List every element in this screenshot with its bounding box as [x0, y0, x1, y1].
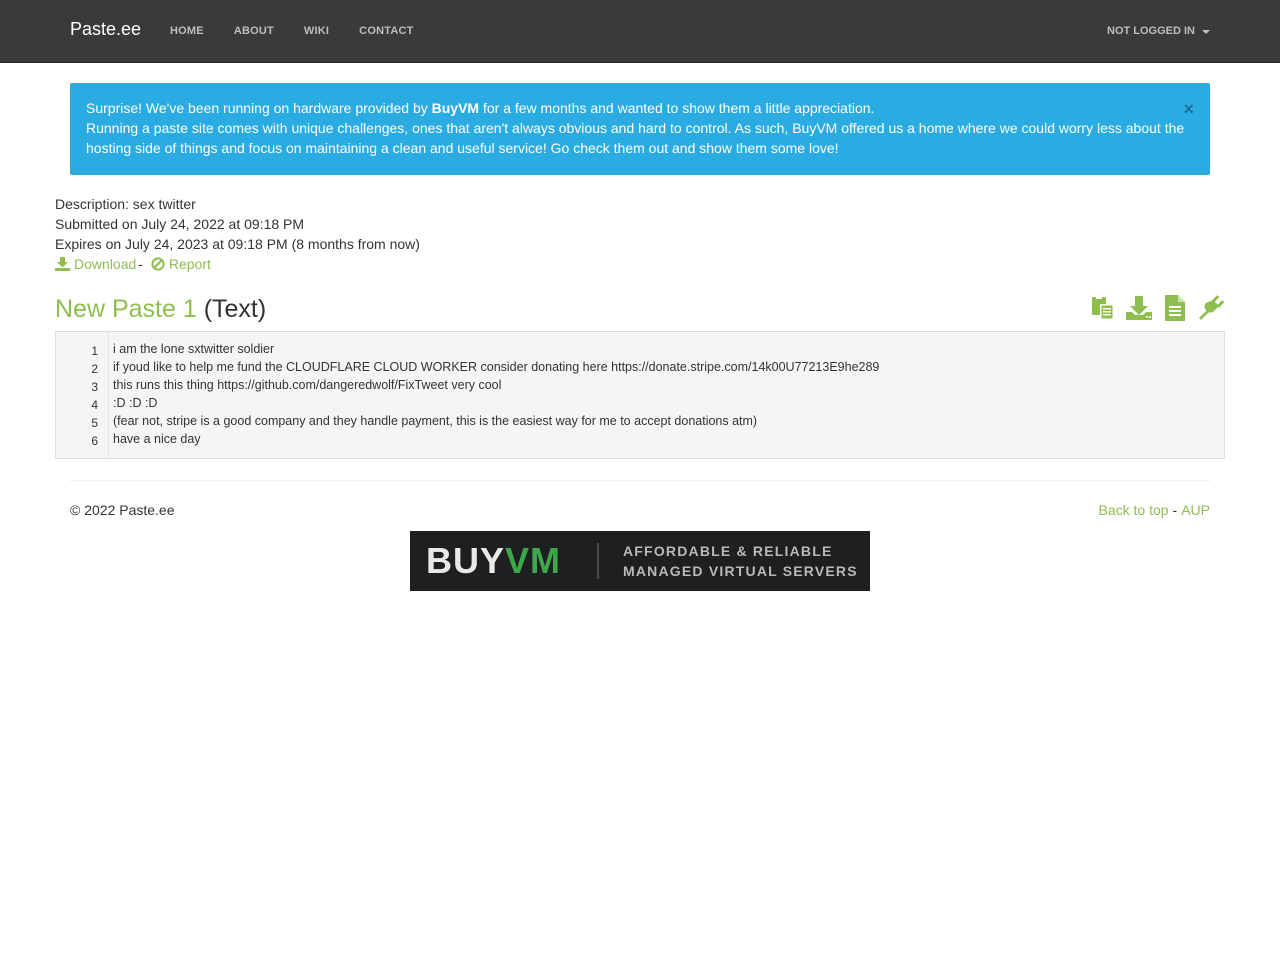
code-line: :D :D :D — [113, 396, 158, 410]
nav-home[interactable]: HOME — [170, 25, 204, 37]
separator: - — [138, 256, 143, 272]
line-number: 5 — [91, 416, 98, 430]
close-icon[interactable]: × — [1183, 99, 1194, 119]
alert-text: for a few months and wanted to show them… — [479, 100, 875, 116]
code-line: if youd like to help me fund the CLOUDFL… — [113, 360, 880, 374]
copyright-text: © 2022 Paste.ee — [70, 502, 175, 518]
tagline-line-2: MANAGED VIRTUAL SERVERS — [623, 563, 858, 579]
nav-about[interactable]: ABOUT — [234, 25, 274, 37]
alert-text: Surprise! We've been running on hardware… — [86, 100, 432, 116]
code-line: i am the lone sxtwitter soldier — [113, 342, 275, 356]
user-menu-dropdown[interactable]: NOT LOGGED IN — [1107, 0, 1210, 62]
banner-separator — [597, 543, 599, 579]
paste-meta: Description: sex twitter Submitted on Ju… — [55, 194, 420, 274]
info-alert: Surprise! We've been running on hardware… — [70, 83, 1210, 175]
meta-actions: Download - Report — [55, 254, 420, 274]
logo-buy-text: BUY — [426, 540, 506, 581]
line-number: 6 — [91, 434, 98, 448]
download-link[interactable]: Download — [55, 256, 136, 272]
nav-contact[interactable]: CONTACT — [359, 25, 413, 37]
paste-name: New Paste 1 — [55, 295, 197, 323]
aup-link[interactable]: AUP — [1181, 502, 1210, 518]
logo-vm-text: VM — [505, 540, 562, 581]
submitted-text: Submitted on July 24, 2022 at 09:18 PM — [55, 216, 305, 232]
banner-tagline: AFFORDABLE & RELIABLE MANAGED VIRTUAL SE… — [623, 541, 858, 581]
download-label: Download — [74, 256, 137, 272]
line-number: 1 — [91, 344, 98, 358]
code-line: this runs this thing https://github.com/… — [113, 378, 502, 392]
buyvm-banner[interactable]: BUYVM AFFORDABLE & RELIABLE MANAGED VIRT… — [410, 531, 870, 591]
code-line: have a nice day — [113, 432, 201, 446]
nav-links: HOME ABOUT WIKI CONTACT — [170, 0, 444, 62]
footer-links: Back to top - AUP — [1098, 500, 1210, 520]
ban-icon — [151, 257, 165, 271]
alert-line-1: Surprise! We've been running on hardware… — [86, 98, 1194, 118]
back-to-top-link[interactable]: Back to top — [1098, 502, 1168, 518]
description-text: Description: sex twitter — [55, 196, 196, 212]
line-number: 3 — [91, 380, 98, 394]
paste-title: New Paste 1 (Text) — [55, 292, 266, 326]
tagline-line-1: AFFORDABLE & RELIABLE — [623, 543, 833, 559]
alert-line-2: Running a paste site comes with unique c… — [86, 120, 1185, 156]
buyvm-logo: BUYVM — [426, 541, 561, 581]
footer-divider — [70, 480, 1210, 481]
line-number: 4 — [91, 398, 98, 412]
download-icon — [55, 257, 70, 271]
user-menu-label: NOT LOGGED IN — [1107, 25, 1195, 37]
paste-type: (Text) — [203, 295, 267, 323]
paste-content: 1 2 3 4 5 6 i am the lone sxtwitter sold… — [55, 331, 1225, 459]
code-line: (fear not, stripe is a good company and … — [113, 414, 758, 428]
caret-down-icon — [1202, 30, 1210, 34]
embed-plug-icon[interactable] — [1197, 294, 1225, 322]
report-link[interactable]: Report — [147, 256, 211, 272]
brand-link[interactable]: Paste.ee — [70, 19, 141, 40]
copy-icon[interactable] — [1089, 294, 1117, 322]
download-icon[interactable] — [1125, 294, 1153, 322]
line-number-gutter: 1 2 3 4 5 6 — [56, 332, 109, 458]
alert-buyvm-bold: BuyVM — [431, 100, 480, 116]
expires-text: Expires on July 24, 2023 at 09:18 PM (8 … — [55, 236, 420, 252]
navbar: Paste.ee HOME ABOUT WIKI CONTACT NOT LOG… — [0, 0, 1280, 63]
paste-actions — [1081, 294, 1225, 322]
code-lines: i am the lone sxtwitter soldier if youd … — [113, 340, 1224, 448]
raw-text-icon[interactable] — [1161, 294, 1189, 322]
line-number: 2 — [91, 362, 98, 376]
separator: - — [1172, 502, 1178, 518]
nav-wiki[interactable]: WIKI — [304, 25, 329, 37]
report-label: Report — [168, 256, 211, 272]
